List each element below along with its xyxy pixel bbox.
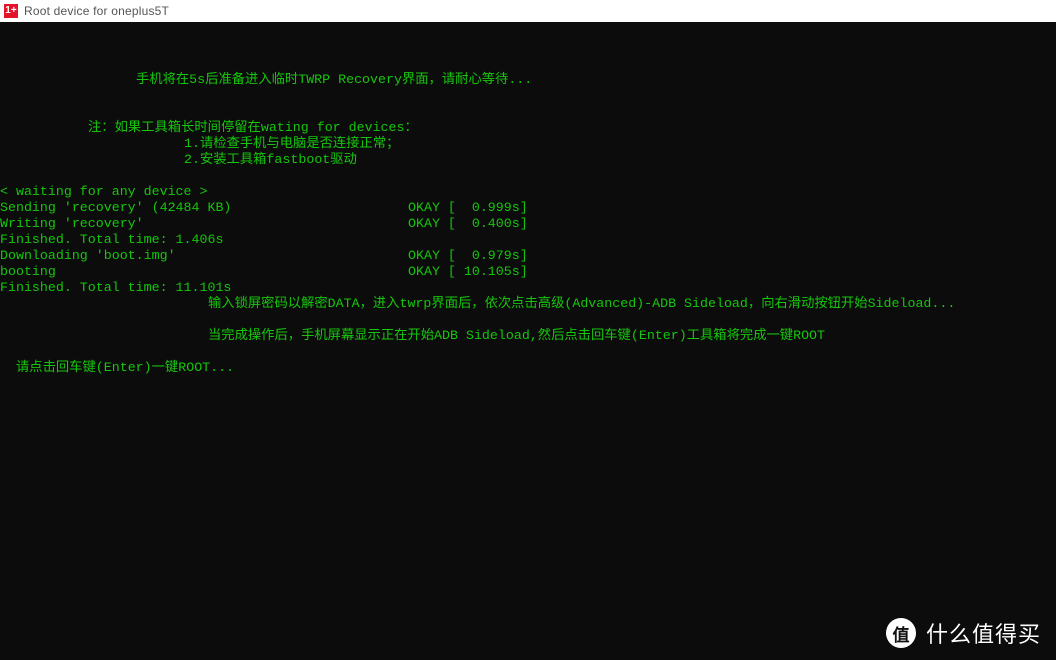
countdown-message: 手机将在5s后准备进入临时TWRP Recovery界面，请耐心等待... (136, 72, 533, 87)
smzdm-logo-icon: 值 (886, 618, 916, 648)
downloading-boot-line: Downloading 'boot.img' (0, 248, 176, 263)
writing-recovery-line: Writing 'recovery' (0, 216, 144, 231)
booting-status: OKAY [ 10.105s] (408, 264, 528, 279)
downloading-boot-status: OKAY [ 0.979s] (408, 248, 528, 263)
writing-recovery-status: OKAY [ 0.400s] (408, 216, 528, 231)
enter-prompt: 请点击回车键(Enter)一键ROOT... (16, 360, 235, 375)
console-output[interactable]: 手机将在5s后准备进入临时TWRP Recovery界面，请耐心等待... 注：… (0, 22, 1056, 660)
sending-recovery-status: OKAY [ 0.999s] (408, 200, 528, 215)
note-heading: 注：如果工具箱长时间停留在wating for devices： (88, 120, 418, 135)
finished-line-2: Finished. Total time: 11.101s (0, 280, 232, 295)
note-item-2: 2.安装工具箱fastboot驱动 (184, 152, 357, 167)
waiting-device-line: < waiting for any device > (0, 184, 208, 199)
window-title: Root device for oneplus5T (24, 4, 170, 18)
finished-line-1: Finished. Total time: 1.406s (0, 232, 224, 247)
sending-recovery-line: Sending 'recovery' (42484 KB) (0, 200, 232, 215)
watermark: 值 什么值得买 (886, 617, 1041, 649)
twrp-instruction: 输入锁屏密码以解密DATA，进入twrp界面后，依次点击高级(Advanced)… (208, 296, 956, 311)
note-item-1: 1.请检查手机与电脑是否连接正常； (184, 136, 400, 151)
watermark-text: 什么值得买 (926, 623, 1042, 648)
oneplus-logo-icon: 1+ (4, 4, 18, 18)
window-titlebar[interactable]: 1+ Root device for oneplus5T (0, 0, 1056, 22)
sideload-instruction: 当完成操作后，手机屏幕显示正在开始ADB Sideload,然后点击回车键(En… (208, 328, 826, 343)
booting-line: booting (0, 264, 56, 279)
